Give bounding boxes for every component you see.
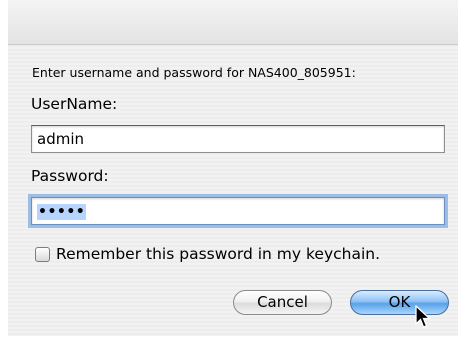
password-label: Password: [31, 167, 109, 185]
remember-password-checkbox[interactable] [35, 246, 50, 262]
remember-password-row[interactable]: Remember this password in my keychain. [35, 245, 380, 263]
ok-button[interactable]: OK [350, 290, 449, 315]
username-field[interactable]: admin [31, 125, 445, 153]
window-frame-right [458, 0, 466, 344]
password-value: ••••• [37, 204, 87, 220]
window-frame-left [0, 0, 8, 344]
password-field[interactable]: ••••• [31, 197, 445, 225]
window-frame-bottom [0, 336, 466, 344]
mouse-pointer-icon [415, 305, 432, 328]
cancel-button[interactable]: Cancel [233, 290, 332, 315]
auth-prompt-text: Enter username and password for NAS400_8… [32, 65, 356, 80]
remember-password-label: Remember this password in my keychain. [56, 245, 381, 263]
username-label: UserName: [31, 95, 118, 113]
username-value: admin [37, 130, 84, 148]
sheet-title-bar [8, 0, 458, 45]
